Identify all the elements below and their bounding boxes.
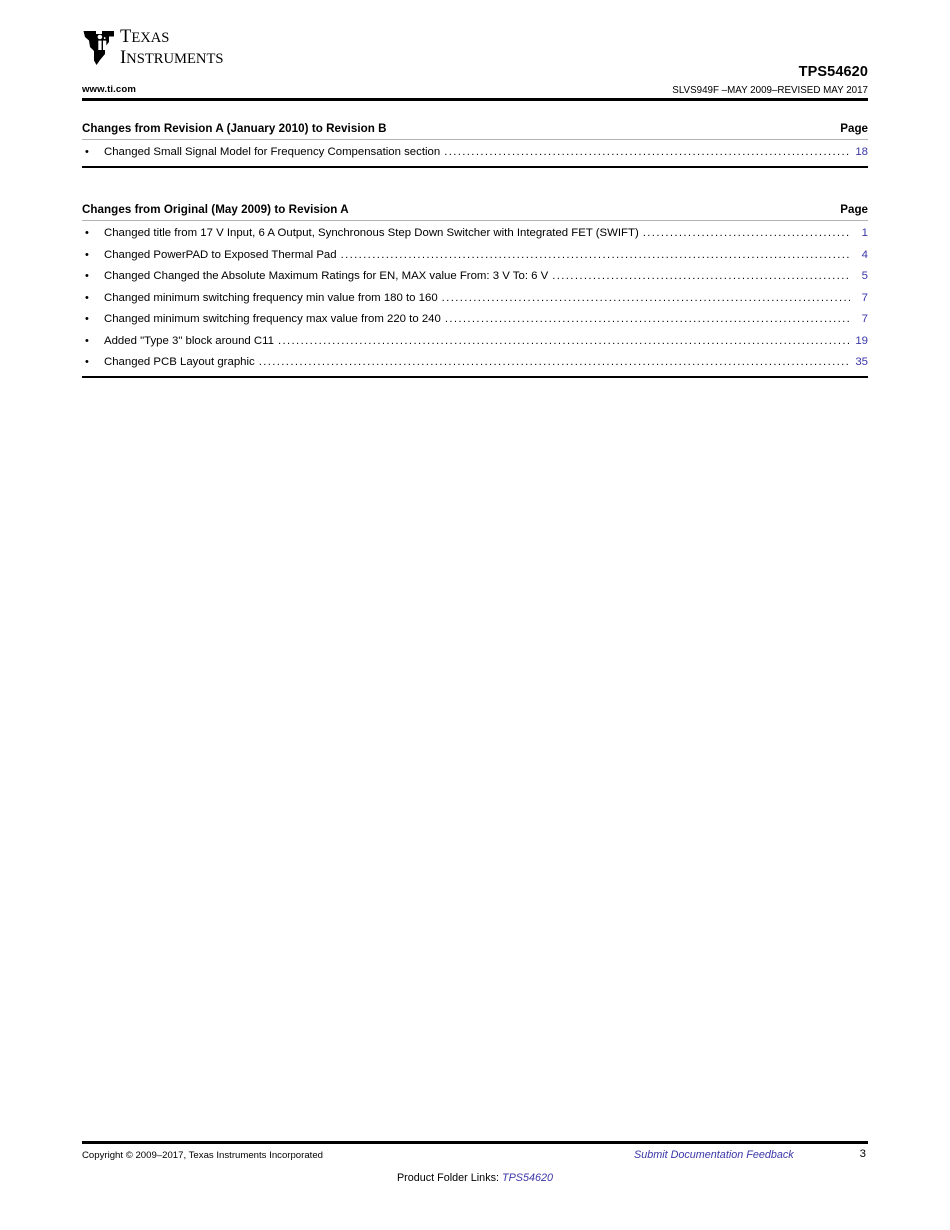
bullet-icon: • <box>85 146 89 158</box>
dot-leader: ........................................… <box>552 270 850 282</box>
revision-description: Changed Changed the Absolute Maximum Rat… <box>104 270 549 282</box>
revision-table-2-header: Changes from Original (May 2009) to Revi… <box>82 203 868 220</box>
submit-documentation-feedback-link[interactable]: Submit Documentation Feedback <box>634 1149 794 1161</box>
ti-logo-wordmark: TEXAS INSTRUMENTS <box>120 28 223 67</box>
revision-page-link[interactable]: 19 <box>850 331 868 353</box>
section-bottom-divider <box>82 165 868 168</box>
revision-table-2-body: • Changed title from 17 V Input, 6 A Out… <box>82 221 868 376</box>
revision-table-1-body: • Changed Small Signal Model for Frequen… <box>82 140 868 166</box>
bullet-icon: • <box>85 313 89 325</box>
product-folder-links: Product Folder Links: TPS54620 <box>82 1172 868 1184</box>
revision-description: Changed title from 17 V Input, 6 A Outpu… <box>104 227 639 239</box>
revision-description: Changed minimum switching frequency max … <box>104 313 441 325</box>
revision-table-2: Changes from Original (May 2009) to Revi… <box>82 203 868 378</box>
bullet-icon: • <box>85 248 89 261</box>
page-footer: Copyright © 2009–2017, Texas Instruments… <box>82 1148 868 1198</box>
revision-description: Changed minimum switching frequency min … <box>104 291 438 304</box>
revision-row[interactable]: • Changed title from 17 V Input, 6 A Out… <box>82 223 868 245</box>
revision-table-1: Changes from Revision A (January 2010) t… <box>82 122 868 168</box>
product-folder-label: Product Folder Links: <box>396 1172 499 1184</box>
revision-description: Changed Small Signal Model for Frequency… <box>104 146 441 158</box>
revision-description: Added "Type 3" block around C11 <box>104 334 274 347</box>
section-title: Changes from Original (May 2009) to Revi… <box>82 203 349 216</box>
ti-logo: TEXAS INSTRUMENTS <box>82 28 223 67</box>
ti-logo-line1: TEXAS <box>120 27 170 47</box>
revision-row[interactable]: • Changed minimum switching frequency mi… <box>82 288 868 310</box>
document-id-revision: SLVS949F –MAY 2009–REVISED MAY 2017 <box>672 85 868 96</box>
product-folder-link[interactable]: TPS54620 <box>502 1172 553 1184</box>
revision-description: Changed PowerPAD to Exposed Thermal Pad <box>104 248 337 261</box>
revision-page-link[interactable]: 1 <box>850 223 868 245</box>
page-column-label: Page <box>840 203 868 216</box>
section-bottom-divider <box>82 375 868 378</box>
dot-leader: ........................................… <box>441 291 850 304</box>
revision-row[interactable]: • Added "Type 3" block around C11 ......… <box>82 331 868 353</box>
header-divider <box>82 98 868 101</box>
bullet-icon: • <box>85 291 89 304</box>
copyright-notice: Copyright © 2009–2017, Texas Instruments… <box>82 1150 324 1161</box>
section-title: Changes from Revision A (January 2010) t… <box>82 122 387 135</box>
dot-leader: ........................................… <box>340 248 850 261</box>
revision-table-1-header: Changes from Revision A (January 2010) t… <box>82 122 868 139</box>
part-number: TPS54620 <box>798 64 868 80</box>
revision-page-link[interactable]: 7 <box>850 309 868 331</box>
footer-top-row: Copyright © 2009–2017, Texas Instruments… <box>82 1148 868 1166</box>
revision-row[interactable]: • Changed Changed the Absolute Maximum R… <box>82 266 868 288</box>
revision-page-link[interactable]: 7 <box>850 288 868 310</box>
page-number: 3 <box>859 1148 866 1160</box>
revision-row[interactable]: • Changed PowerPAD to Exposed Thermal Pa… <box>82 245 868 267</box>
datasheet-page: TEXAS INSTRUMENTS TPS54620 www.ti.com SL… <box>0 0 950 1230</box>
ti-website-url[interactable]: www.ti.com <box>82 84 136 95</box>
dot-leader: ........................................… <box>444 313 850 325</box>
footer-divider <box>82 1141 868 1144</box>
revision-page-link[interactable]: 4 <box>850 245 868 267</box>
page-column-label: Page <box>840 122 868 135</box>
revision-description: Changed PCB Layout graphic <box>104 356 255 368</box>
ti-logo-line2: INSTRUMENTS <box>120 47 224 68</box>
page-header: TEXAS INSTRUMENTS TPS54620 www.ti.com SL… <box>82 22 868 102</box>
bullet-icon: • <box>85 270 89 282</box>
ti-texas-logo-icon <box>83 30 114 65</box>
revision-page-link[interactable]: 35 <box>850 352 868 374</box>
revision-row[interactable]: • Changed PCB Layout graphic ...........… <box>82 352 868 374</box>
revision-page-link[interactable]: 18 <box>850 142 868 164</box>
dot-leader: ........................................… <box>444 146 850 158</box>
bullet-icon: • <box>85 334 89 347</box>
revision-row[interactable]: • Changed Small Signal Model for Frequen… <box>82 142 868 164</box>
dot-leader: ........................................… <box>642 227 850 239</box>
dot-leader: ........................................… <box>258 356 850 368</box>
bullet-icon: • <box>85 356 89 368</box>
bullet-icon: • <box>85 227 89 239</box>
dot-leader: ........................................… <box>278 334 850 347</box>
revision-page-link[interactable]: 5 <box>850 266 868 288</box>
revision-row[interactable]: • Changed minimum switching frequency ma… <box>82 309 868 331</box>
